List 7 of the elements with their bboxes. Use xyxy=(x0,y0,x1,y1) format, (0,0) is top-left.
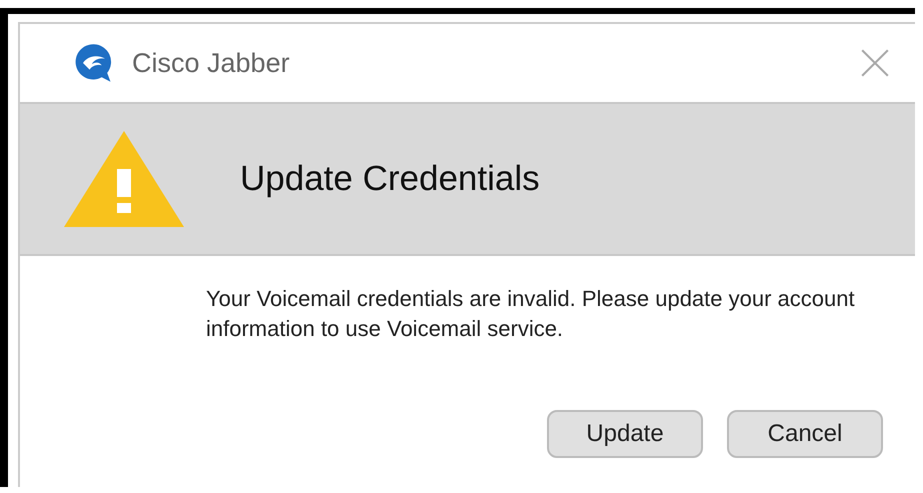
cancel-button[interactable]: Cancel xyxy=(727,410,883,458)
close-icon[interactable] xyxy=(859,47,891,79)
dialog-heading: Update Credentials xyxy=(240,159,540,199)
message-text: Your Voicemail credentials are invalid. Please update your account information to use Voicemail service. xyxy=(206,285,856,343)
window-title: Cisco Jabber xyxy=(132,48,291,78)
warning-icon xyxy=(62,129,186,229)
update-button[interactable]: Update xyxy=(547,410,703,458)
